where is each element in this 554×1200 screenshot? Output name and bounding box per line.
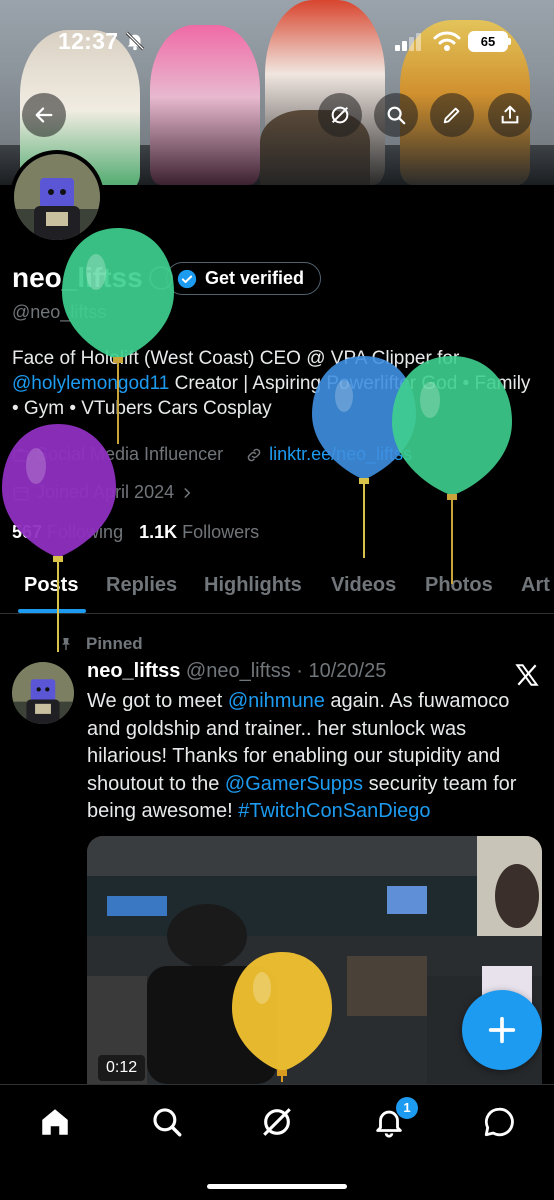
- post-text-1: We got to meet: [87, 690, 228, 712]
- balloon-yellow: [232, 952, 332, 1082]
- bell-muted-icon: [125, 31, 145, 51]
- get-verified-button[interactable]: Get verified: [166, 262, 322, 295]
- edit-icon: [443, 107, 460, 124]
- chevron-right-icon: [184, 487, 191, 498]
- balloon-green-1: [62, 228, 174, 444]
- balloon-purple: [2, 424, 116, 652]
- post-mention-2[interactable]: @GamerSupps: [225, 773, 363, 795]
- balloon-green-2: [392, 356, 512, 584]
- search-nav-icon[interactable]: [150, 1105, 184, 1139]
- back-button[interactable]: [22, 93, 66, 137]
- compose-post-button[interactable]: [462, 990, 542, 1070]
- battery-indicator: 65: [468, 31, 511, 52]
- tab-videos[interactable]: Videos: [331, 574, 396, 597]
- followers-count: 1.1K: [139, 522, 178, 542]
- search-icon: [387, 106, 406, 125]
- post-body: We got to meet @nihmune again. As fuwamo…: [87, 688, 542, 826]
- home-icon[interactable]: [38, 1105, 72, 1139]
- back-arrow-icon: [35, 107, 53, 123]
- share-button[interactable]: [488, 93, 532, 137]
- status-bar: 12:37 65: [0, 0, 554, 80]
- cell-signal-icon: [395, 33, 421, 51]
- post-author-name[interactable]: neo_liftss: [87, 660, 180, 682]
- post-hashtag[interactable]: #TwitchConSanDiego: [238, 800, 430, 822]
- tab-art[interactable]: Art: [521, 574, 550, 597]
- edit-button[interactable]: [430, 93, 474, 137]
- share-icon: [501, 105, 519, 124]
- grok-icon: [331, 106, 349, 124]
- post-handle-date: @neo_liftss · 10/20/25: [185, 660, 387, 682]
- home-indicator[interactable]: [207, 1184, 347, 1189]
- verified-check-icon: [177, 269, 197, 288]
- plus-icon: [488, 1016, 516, 1044]
- post-avatar-image: [12, 662, 74, 724]
- post-avatar[interactable]: [12, 662, 74, 724]
- post-mention-1[interactable]: @nihmune: [228, 690, 325, 712]
- x-logo-icon: [515, 664, 539, 686]
- followers-link[interactable]: 1.1K Followers: [139, 522, 259, 543]
- status-time: 12:37: [58, 28, 119, 54]
- search-button[interactable]: [374, 93, 418, 137]
- link-icon: [247, 448, 261, 461]
- video-duration: 0:12: [98, 1055, 146, 1081]
- tab-highlights[interactable]: Highlights: [204, 574, 302, 597]
- get-verified-label: Get verified: [205, 268, 305, 288]
- messages-icon[interactable]: [482, 1105, 516, 1139]
- notification-count-badge: 1: [396, 1097, 418, 1119]
- wifi-icon: [433, 31, 461, 51]
- grok-nav-icon[interactable]: [260, 1105, 294, 1139]
- grok-button[interactable]: [318, 93, 362, 137]
- bottom-navigation: 1: [0, 1084, 554, 1200]
- followers-label: Followers: [182, 522, 260, 542]
- post-header: neo_liftss @neo_liftss · 10/20/25: [87, 660, 386, 683]
